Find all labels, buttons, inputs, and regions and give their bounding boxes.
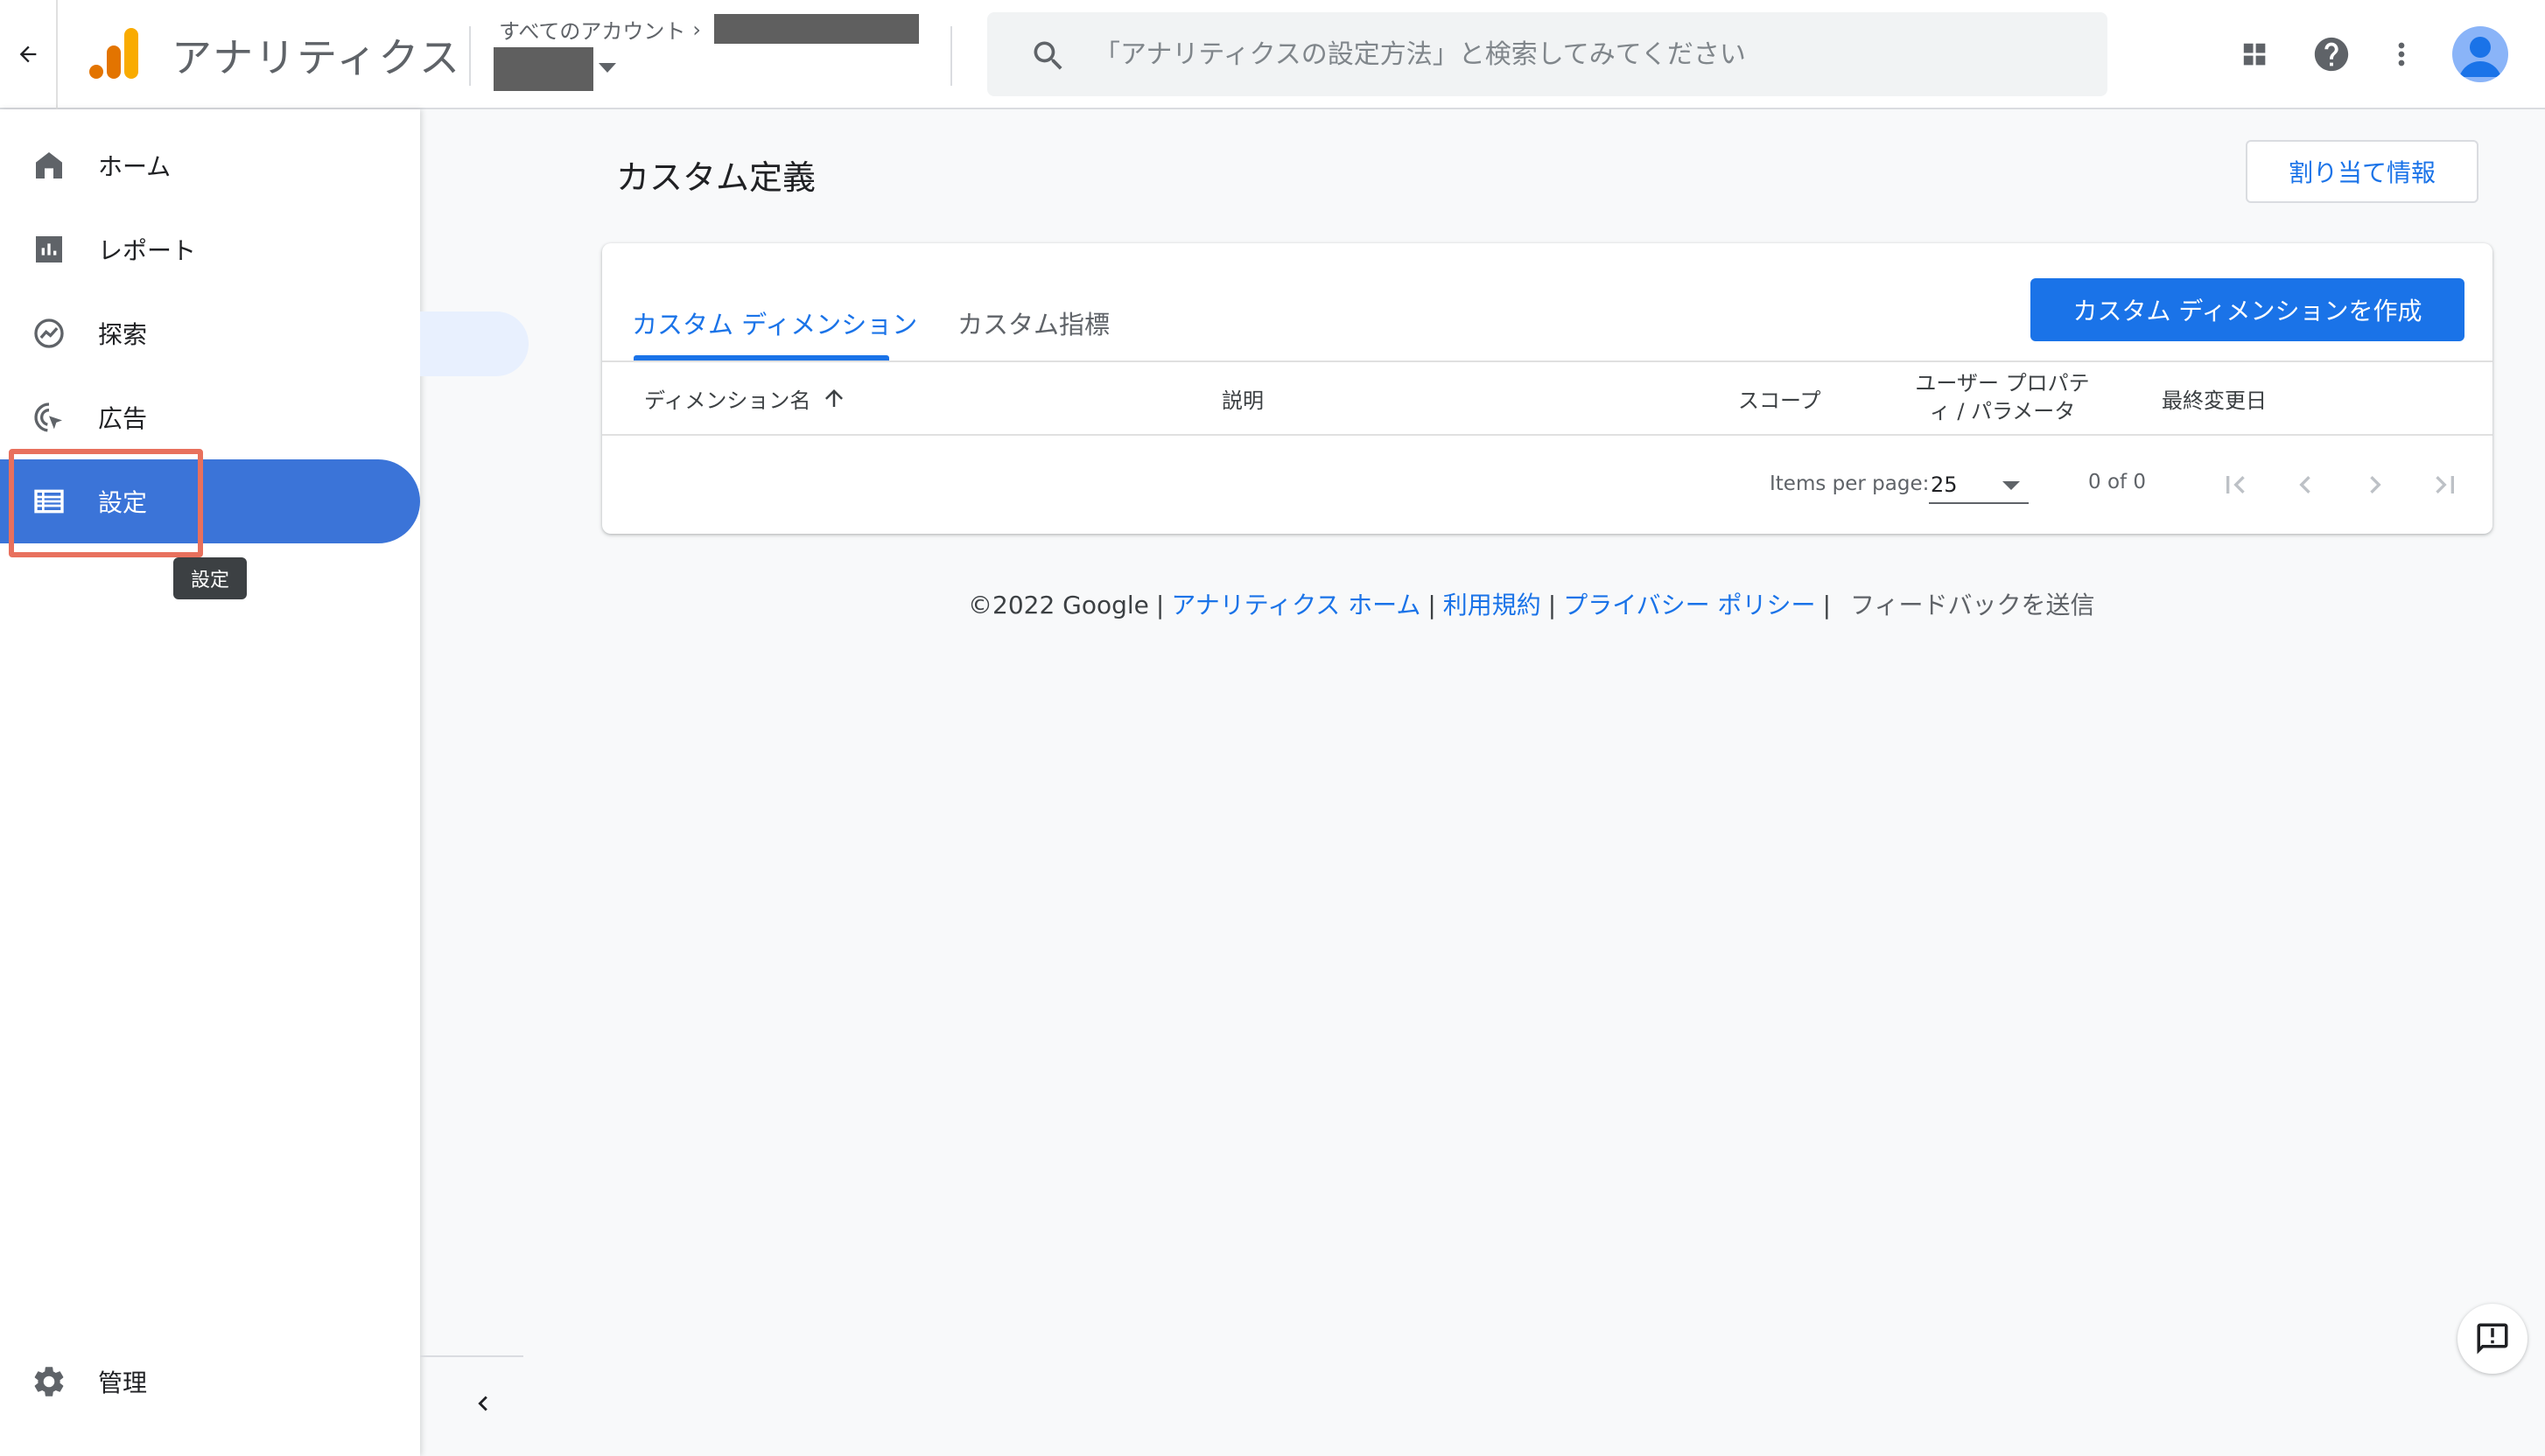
nav-item-label: 広告 <box>98 404 148 433</box>
table-body-divider <box>602 434 2492 436</box>
app-title: アナリティクス <box>172 34 461 81</box>
search-icon <box>1029 37 1068 75</box>
gear-icon <box>30 1362 68 1401</box>
create-custom-dimension-button[interactable]: カスタム ディメンションを作成 <box>2030 278 2464 341</box>
header-divider <box>56 0 58 109</box>
items-per-page-value: 25 <box>1931 472 1958 497</box>
nav-item-label: 探索 <box>98 320 148 349</box>
nav-item-admin[interactable]: 管理 <box>0 1340 420 1424</box>
help-icon[interactable] <box>2310 33 2352 75</box>
table-header-divider <box>602 360 2492 362</box>
footer-separator: | <box>1155 591 1165 620</box>
home-icon <box>30 146 68 185</box>
pagination-range-label: 0 of 0 <box>2088 471 2147 494</box>
chevron-left-icon[interactable] <box>466 1386 501 1421</box>
custom-definitions-card: カスタム ディメンション カスタム指標 カスタム ディメンションを作成 ディメン… <box>602 243 2492 534</box>
footer-separator: | <box>1547 591 1557 620</box>
avatar[interactable] <box>2452 26 2508 82</box>
apps-grid-icon[interactable] <box>2233 33 2275 75</box>
nav-item-label: 設定 <box>98 488 148 517</box>
search-box[interactable] <box>987 12 2107 96</box>
left-navigation: ホーム レポート 探索 広告 設定 管理 <box>0 109 420 1456</box>
items-per-page-select[interactable]: 25 <box>1929 466 2029 504</box>
header-separator <box>950 26 952 86</box>
next-page-icon[interactable] <box>2354 464 2396 506</box>
explore-icon <box>30 314 68 353</box>
more-vert-icon[interactable] <box>2380 33 2422 75</box>
top-app-bar: アナリティクス すべてのアカウント › <box>0 0 2545 109</box>
first-page-icon[interactable] <box>2214 464 2256 506</box>
bar-chart-icon <box>30 230 68 269</box>
account-breadcrumb[interactable]: すべてのアカウント › <box>499 14 701 45</box>
redacted-property-name[interactable] <box>494 47 593 91</box>
footer-link-terms[interactable]: 利用規約 <box>1443 586 1541 621</box>
footer-link-privacy[interactable]: プライバシー ポリシー <box>1563 586 1815 621</box>
footer-send-feedback[interactable]: フィードバックを送信 <box>1850 586 2094 621</box>
feedback-icon[interactable] <box>2457 1304 2527 1374</box>
redacted-account-name <box>714 14 919 44</box>
chevron-right-icon: › <box>692 17 701 42</box>
analytics-logo[interactable] <box>88 24 140 80</box>
column-header-dimension-name[interactable]: ディメンション名 <box>644 383 810 414</box>
secondary-nav-selected-item[interactable] <box>420 312 529 376</box>
secondary-nav-divider <box>420 1355 523 1357</box>
footer-separator: | <box>1822 591 1831 620</box>
page-footer: ©2022 Google | アナリティクス ホーム | 利用規約 | プライバ… <box>968 586 2094 621</box>
assign-info-button[interactable]: 割り当て情報 <box>2246 140 2478 203</box>
nav-item-home[interactable]: ホーム <box>0 123 420 207</box>
footer-copyright: ©2022 Google <box>968 591 1149 620</box>
property-dropdown-caret-icon[interactable] <box>599 63 616 73</box>
nav-item-reports[interactable]: レポート <box>0 207 420 291</box>
nav-item-settings[interactable]: 設定 <box>0 459 420 543</box>
nav-item-ads[interactable]: 広告 <box>0 375 420 459</box>
nav-item-label: ホーム <box>98 152 172 181</box>
items-per-page-label: Items per page: <box>1770 472 1930 495</box>
search-input[interactable] <box>1094 30 2074 79</box>
page-title: カスタム定義 <box>616 158 817 197</box>
settings-list-icon <box>30 482 68 521</box>
column-header-user-property: ユーザー プロパティ / パラメータ <box>1915 371 2090 424</box>
column-header-scope: スコープ <box>1738 388 1821 413</box>
last-page-icon[interactable] <box>2424 464 2466 506</box>
arrow-upward-icon[interactable] <box>821 385 847 411</box>
footer-separator: | <box>1427 591 1436 620</box>
nav-item-label: 管理 <box>98 1368 148 1397</box>
previous-page-icon[interactable] <box>2284 464 2326 506</box>
tab-custom-metrics[interactable]: カスタム指標 <box>957 304 1110 341</box>
dropdown-caret-icon <box>2002 481 2020 490</box>
settings-tooltip: 設定 <box>173 557 247 599</box>
column-header-description: 説明 <box>1222 388 1264 413</box>
ads-cursor-icon <box>30 398 68 437</box>
account-breadcrumb-label: すべてのアカウント <box>499 19 686 44</box>
footer-link-analytics-home[interactable]: アナリティクス ホーム <box>1171 586 1420 621</box>
header-separator <box>469 26 471 86</box>
column-header-last-modified: 最終変更日 <box>2162 388 2267 413</box>
nav-item-explore[interactable]: 探索 <box>0 291 420 375</box>
nav-item-label: レポート <box>98 236 197 265</box>
tab-custom-dimensions[interactable]: カスタム ディメンション <box>632 304 917 341</box>
arrow-back-icon[interactable] <box>11 35 46 74</box>
